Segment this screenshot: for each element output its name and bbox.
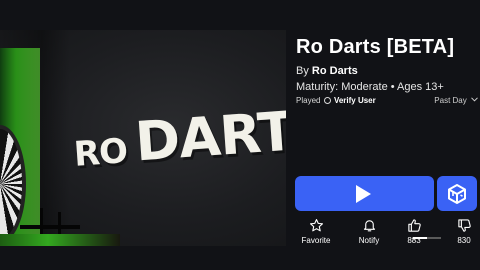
favorite-label: Favorite <box>301 236 331 245</box>
upvote-button[interactable]: 883 <box>394 218 434 245</box>
star-icon <box>309 219 323 232</box>
played-row: Played Verify User Past Day <box>296 96 480 105</box>
creator-line: By Ro Darts <box>296 65 358 77</box>
play-icon <box>356 185 371 203</box>
game-logo-darts: DARTS <box>133 96 286 174</box>
verify-user-link[interactable]: Verify User <box>334 96 376 105</box>
notify-button[interactable]: Notify <box>349 218 389 245</box>
game-thumbnail[interactable]: RO DARTS <box>0 30 286 246</box>
creator-prefix: By <box>296 65 309 77</box>
favorite-button[interactable]: Favorite <box>296 218 336 245</box>
game-logo: RO DARTS <box>69 97 286 203</box>
downvote-count: 830 <box>457 236 471 245</box>
period-label: Past Day <box>434 96 467 105</box>
game-logo-ro: RO <box>72 131 129 175</box>
period-dropdown[interactable]: Past Day <box>434 96 478 105</box>
creator-link[interactable]: Ro Darts <box>312 65 358 77</box>
thumbnail-floor <box>0 234 120 246</box>
clock-icon <box>323 97 331 104</box>
bell-icon <box>363 220 375 232</box>
played-label: Played <box>296 96 321 105</box>
party-cube-icon <box>448 184 466 204</box>
chevron-down-icon <box>471 97 478 102</box>
party-button[interactable] <box>437 176 477 211</box>
maturity-rating: Maturity: Moderate • Ages 13+ <box>296 81 444 93</box>
vote-ratio-fill <box>413 237 428 239</box>
thumbs-up-icon <box>407 219 421 232</box>
game-title: Ro Darts [BETA] <box>296 36 455 58</box>
vote-ratio-bar <box>413 237 441 239</box>
thumbs-down-icon <box>457 219 471 232</box>
play-button[interactable] <box>295 176 434 211</box>
thumbnail-railing <box>20 225 80 229</box>
downvote-button[interactable]: 830 <box>444 218 480 245</box>
notify-label: Notify <box>358 236 380 245</box>
